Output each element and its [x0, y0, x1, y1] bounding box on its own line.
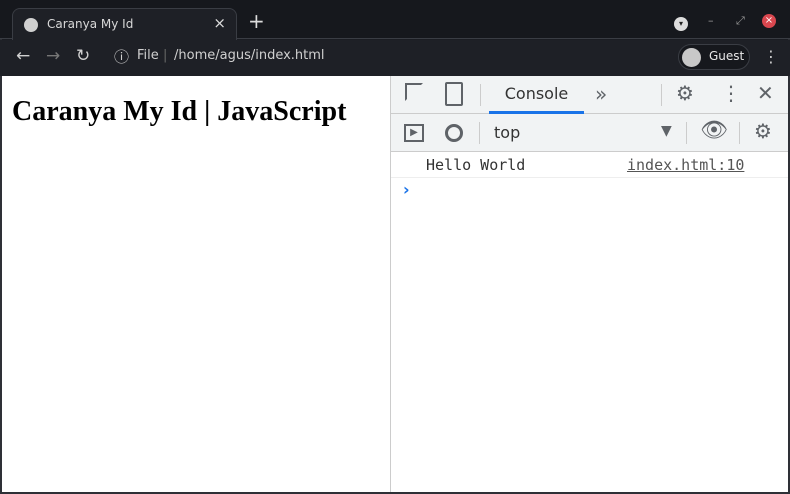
settings-gear-icon[interactable]: ⚙ — [676, 81, 694, 105]
new-tab-button[interactable]: + — [248, 11, 265, 31]
window-close-button[interactable]: × — [762, 14, 776, 28]
browser-tab[interactable]: Caranya My Id × — [12, 8, 237, 40]
browser-toolbar: ← → ↻ ⓘ File | /home/agus/index.html Gue… — [0, 40, 790, 76]
avatar-icon — [682, 48, 701, 67]
tab-title: Caranya My Id — [47, 17, 134, 31]
profile-button[interactable]: Guest — [678, 44, 750, 70]
address-bar[interactable]: /home/agus/index.html — [174, 48, 325, 63]
console-settings-gear-icon[interactable]: ⚙ — [754, 119, 772, 143]
console-message: Hello World index.html:10 — [391, 152, 788, 178]
devtools-menu-icon[interactable]: ⋮ — [721, 81, 741, 105]
eye-icon[interactable]: 👁 — [700, 118, 728, 143]
chevron-down-icon[interactable]: ▼ — [661, 123, 672, 139]
info-icon[interactable]: ⓘ — [114, 46, 129, 67]
inspect-element-icon[interactable] — [405, 83, 423, 101]
tab-console[interactable]: Console — [489, 76, 584, 114]
forward-button[interactable]: → — [46, 46, 60, 66]
page-content: Caranya My Id | JavaScript Console » ⚙ ⋮… — [2, 76, 788, 492]
devtools-tabbar: Console » ⚙ ⋮ ✕ — [391, 76, 788, 114]
clear-console-icon[interactable] — [445, 124, 463, 142]
url-separator: | — [163, 48, 168, 63]
console-message-text: Hello World — [426, 156, 526, 174]
sidebar-toggle-icon[interactable]: ▶ — [404, 124, 424, 142]
devtools-panel: Console » ⚙ ⋮ ✕ ▶ top ▼ 👁 ⚙ Hello World … — [390, 76, 788, 492]
reload-button[interactable]: ↻ — [76, 46, 90, 66]
tab-bar: Caranya My Id × + ▾ – ⤢ × — [0, 0, 790, 40]
console-toolbar: ▶ top ▼ 👁 ⚙ — [391, 114, 788, 152]
context-select[interactable]: top — [494, 123, 520, 142]
console-source-link[interactable]: index.html:10 — [627, 156, 744, 174]
profile-label: Guest — [709, 49, 745, 63]
tab-close-button[interactable]: × — [213, 14, 226, 32]
minimize-button[interactable]: – — [708, 14, 714, 27]
more-tabs-icon[interactable]: » — [595, 82, 607, 106]
maximize-button[interactable]: ⤢ — [736, 14, 745, 28]
device-toolbar-icon[interactable] — [445, 82, 463, 106]
tab-search-button[interactable]: ▾ — [674, 17, 688, 31]
url-scheme: File — [137, 48, 159, 63]
page-heading: Caranya My Id | JavaScript — [12, 96, 347, 127]
browser-menu-button[interactable]: ⋮ — [763, 47, 779, 66]
back-button[interactable]: ← — [16, 46, 30, 66]
close-devtools-icon[interactable]: ✕ — [757, 81, 774, 105]
globe-icon — [24, 18, 38, 32]
console-prompt-icon[interactable]: › — [403, 180, 410, 199]
